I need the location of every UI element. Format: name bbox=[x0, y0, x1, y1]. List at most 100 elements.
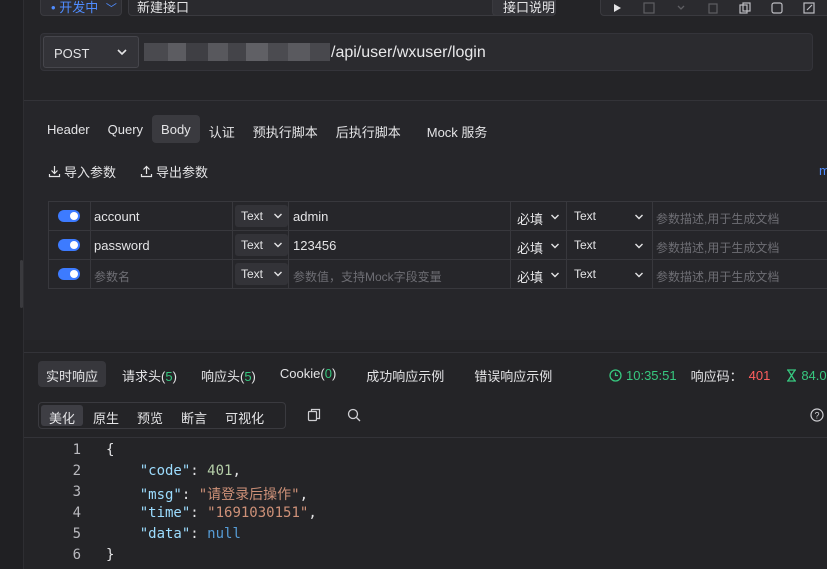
tab-live-response[interactable]: 实时响应 bbox=[38, 361, 107, 387]
chevron-down-icon bbox=[635, 243, 643, 249]
tab-post-script[interactable]: 后执行脚本 bbox=[327, 115, 410, 143]
required-label: 必填 bbox=[517, 270, 544, 285]
api-description-button[interactable]: 接口说明 bbox=[492, 0, 556, 16]
download-icon bbox=[48, 166, 61, 178]
param-description[interactable]: 参数描述,用于生成文档 bbox=[653, 231, 827, 259]
param-value[interactable]: 123456 bbox=[289, 231, 511, 259]
param-description[interactable]: 参数描述,用于生成文档 bbox=[653, 202, 827, 230]
edit-icon[interactable] bbox=[793, 0, 825, 16]
clock-icon bbox=[609, 369, 622, 382]
field-type-label: Text bbox=[574, 209, 597, 223]
tab-pretty[interactable]: 美化 bbox=[41, 405, 84, 426]
param-type-label: Text bbox=[241, 267, 264, 281]
export-label: 导出参数 bbox=[156, 165, 209, 180]
import-params-button[interactable]: 导入参数 bbox=[48, 162, 116, 181]
upload-icon bbox=[140, 165, 153, 178]
chevron-down-icon bbox=[635, 214, 643, 220]
tab-success-example[interactable]: 成功响应示例 bbox=[358, 361, 452, 387]
top-bar: • 开发中 ﹀ 新建接口 接口说明 bbox=[40, 0, 827, 16]
param-name[interactable]: password bbox=[91, 231, 233, 259]
field-type-select[interactable]: Text bbox=[567, 202, 653, 230]
param-value-input[interactable]: 参数值，支持Mock字段变量 bbox=[289, 260, 511, 288]
copy-icon[interactable] bbox=[729, 0, 761, 16]
api-name-input[interactable]: 新建接口 bbox=[128, 0, 524, 16]
enable-toggle[interactable] bbox=[58, 239, 80, 251]
export-params-button[interactable]: 导出参数 bbox=[140, 162, 208, 181]
code-line: 2 "code": 401, bbox=[72, 463, 241, 479]
field-type-select[interactable]: Text bbox=[567, 231, 653, 259]
tab-cookie[interactable]: Cookie(0) bbox=[272, 361, 344, 387]
response-time: 10:35:51 bbox=[609, 368, 677, 383]
search-icon[interactable] bbox=[347, 408, 361, 422]
tab-raw[interactable]: 原生 bbox=[85, 405, 127, 426]
chevron-down-icon bbox=[117, 49, 127, 56]
svg-text:?: ? bbox=[814, 411, 819, 421]
tab-pre-script[interactable]: 预执行脚本 bbox=[244, 115, 327, 143]
play-icon[interactable] bbox=[601, 0, 633, 16]
required-select[interactable]: 必填 bbox=[511, 202, 567, 230]
param-name-input[interactable]: 参数名 bbox=[91, 260, 233, 288]
more-link[interactable]: m bbox=[819, 163, 827, 178]
status-code: 401 bbox=[748, 368, 771, 383]
param-type-label: Text bbox=[241, 209, 264, 223]
code-line: 6 } bbox=[72, 547, 115, 563]
response-panel: 实时响应 请求头(5) 响应头(5) Cookie(0) 成功响应示例 错误响应… bbox=[24, 352, 827, 569]
url-input[interactable]: /api/user/wxuser/login bbox=[331, 44, 486, 62]
request-subtabs: Header Query Body 认证 预执行脚本 后执行脚本 Mock 服务 bbox=[38, 115, 496, 143]
save-icon[interactable] bbox=[633, 0, 665, 16]
tab-response-headers[interactable]: 响应头(5) bbox=[193, 361, 264, 387]
method-select[interactable]: POST bbox=[43, 36, 139, 68]
table-row-empty: 参数名 Text 参数值，支持Mock字段变量 必填 Text 参数描述,用于生… bbox=[48, 260, 827, 289]
param-type-select[interactable]: Text bbox=[235, 263, 288, 285]
required-select[interactable]: 必填 bbox=[511, 231, 567, 259]
delete-icon[interactable] bbox=[697, 0, 729, 16]
param-value[interactable]: admin bbox=[289, 202, 511, 230]
tab-error-example[interactable]: 错误响应示例 bbox=[466, 361, 560, 387]
tab-auth[interactable]: 认证 bbox=[200, 115, 244, 143]
code-line: 1 { bbox=[72, 442, 115, 458]
enable-toggle[interactable] bbox=[58, 210, 80, 222]
chevron-down-icon[interactable] bbox=[665, 0, 697, 16]
chevron-down-icon bbox=[551, 214, 559, 220]
tab-assert[interactable]: 断言 bbox=[173, 405, 215, 426]
resize-handle[interactable] bbox=[20, 260, 23, 308]
param-type-select[interactable]: Text bbox=[235, 205, 288, 227]
param-type-select[interactable]: Text bbox=[235, 234, 288, 256]
field-type-label: Text bbox=[574, 238, 597, 252]
response-tabs: 实时响应 请求头(5) 响应头(5) Cookie(0) 成功响应示例 错误响应… bbox=[38, 361, 568, 387]
tab-query[interactable]: Query bbox=[99, 115, 152, 143]
param-type-label: Text bbox=[241, 238, 264, 252]
method-label: POST bbox=[54, 46, 90, 61]
tab-body[interactable]: Body bbox=[152, 115, 200, 143]
enable-toggle[interactable] bbox=[58, 268, 80, 280]
field-type-label: Text bbox=[574, 267, 597, 281]
hourglass-icon bbox=[787, 369, 797, 382]
left-sidebar-edge bbox=[0, 0, 24, 569]
chevron-down-icon bbox=[274, 213, 282, 219]
share-icon[interactable] bbox=[761, 0, 793, 16]
param-actions: 导入参数 导出参数 bbox=[48, 162, 232, 181]
required-select[interactable]: 必填 bbox=[511, 260, 567, 288]
tab-header[interactable]: Header bbox=[38, 115, 99, 143]
status-dot-icon: • bbox=[51, 0, 56, 15]
field-type-select[interactable]: Text bbox=[567, 260, 653, 288]
code-line: 5 "data": null bbox=[72, 526, 241, 542]
param-description[interactable]: 参数描述,用于生成文档 bbox=[653, 260, 827, 288]
tab-mock[interactable]: Mock 服务 bbox=[418, 115, 497, 143]
tab-request-headers[interactable]: 请求头(5) bbox=[114, 361, 185, 387]
tab-preview[interactable]: 预览 bbox=[129, 405, 171, 426]
status-label: 开发中 bbox=[59, 0, 99, 15]
required-label: 必填 bbox=[517, 241, 544, 256]
api-debugger: • 开发中 ﹀ 新建接口 接口说明 POST /api/user/wxuser/… bbox=[0, 0, 827, 569]
help-icon[interactable]: ? bbox=[810, 408, 824, 422]
tab-visualize[interactable]: 可视化 bbox=[217, 405, 272, 426]
param-name[interactable]: account bbox=[91, 202, 233, 230]
chevron-down-icon bbox=[635, 272, 643, 278]
code-line: 3 "msg": "请登录后操作", bbox=[72, 484, 309, 503]
masked-host bbox=[144, 43, 330, 61]
response-body-editor[interactable]: 1 { 2 "code": 401, 3 "msg": "请登录后操作", 4 … bbox=[24, 437, 827, 569]
copy-icon[interactable] bbox=[307, 408, 321, 422]
table-row: account Text admin 必填 Text 参数描述,用于生成文档 bbox=[48, 202, 827, 231]
status-select[interactable]: • 开发中 ﹀ bbox=[40, 0, 122, 16]
params-table: account Text admin 必填 Text 参数描述,用于生成文档 p… bbox=[48, 201, 827, 289]
